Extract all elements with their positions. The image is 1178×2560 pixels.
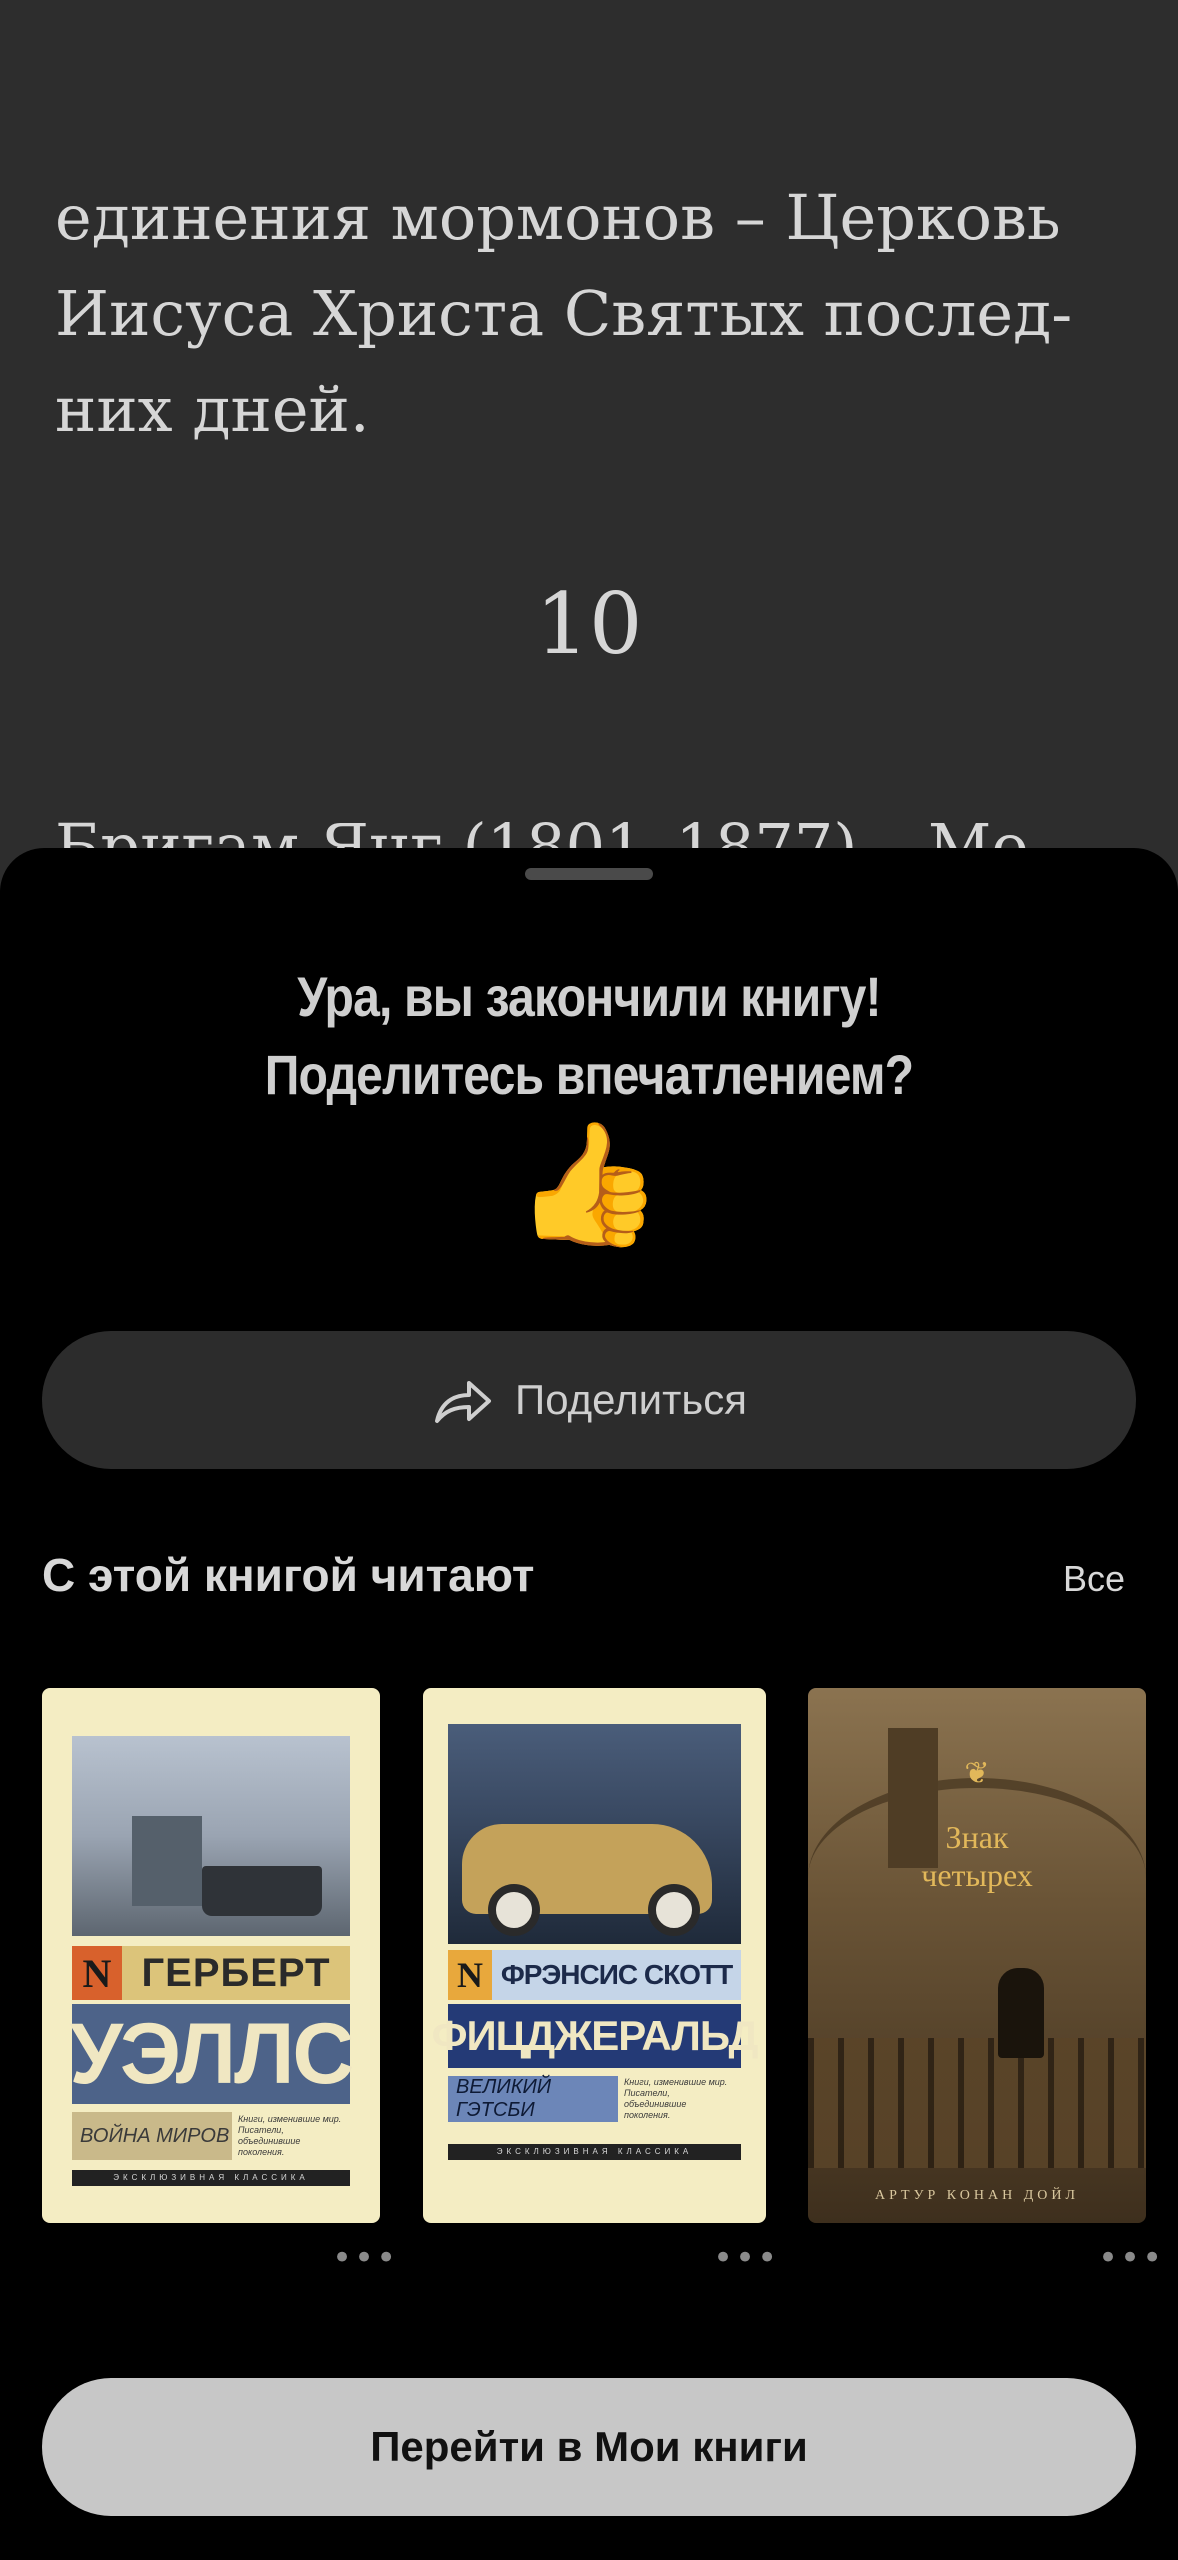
- cover-author: АРТУР КОНАН ДОЙЛ: [874, 2188, 1079, 2203]
- publisher-logo: N: [72, 1946, 122, 2000]
- finished-book-sheet: Ура, вы закончили книгу! Поделитесь впеч…: [0, 848, 1178, 2560]
- book-cover[interactable]: N ФРЭНСИС СКОТТ ФИЦДЖЕРАЛЬД ВЕЛИКИЙ ГЭТС…: [423, 1688, 766, 2223]
- cover-title: ВОЙНА МИРОВ: [72, 2112, 232, 2160]
- book-cover[interactable]: ❦ Знак четырех АРТУР КОНАН ДОЙЛ: [808, 1688, 1146, 2223]
- cover-author-first: ГЕРБЕРТ: [141, 1950, 331, 1995]
- cover-author-last: ФИЦДЖЕРАЛЬД: [432, 2004, 758, 2068]
- see-all-link[interactable]: Все: [1063, 1558, 1125, 1600]
- finished-headline: Ура, вы закончили книгу! Поделитесь впеч…: [264, 965, 914, 1106]
- cover-ornament-icon: ❦: [964, 1756, 990, 1791]
- share-button[interactable]: Поделиться: [42, 1331, 1136, 1469]
- cover-tagline: Книги, изменившие мир. Писатели, объедин…: [238, 2114, 342, 2157]
- section-title: С этой книгой читают: [42, 1549, 535, 1601]
- reader-text: единения мормонов – Церковь Иисуса Христ…: [55, 181, 1073, 446]
- book-more-button[interactable]: •••: [713, 2238, 779, 2278]
- cover-illustration: [72, 1736, 350, 1936]
- share-button-label: Поделиться: [515, 1376, 747, 1423]
- go-to-my-books-button[interactable]: Перейти в Мои книги: [42, 2378, 1136, 2516]
- cover-series: ЭКСКЛЮЗИВНАЯ КЛАССИКА: [448, 2144, 741, 2160]
- cover-series: ЭКСКЛЮЗИВНАЯ КЛАССИКА: [72, 2170, 350, 2186]
- cover-tagline: Книги, изменившие мир. Писатели, объедин…: [624, 2077, 728, 2120]
- cover-illustration: [448, 1724, 741, 1944]
- cover-title: Знак четырех: [921, 1819, 1033, 1893]
- cover-title: ВЕЛИКИЙ ГЭТСБИ: [448, 2076, 618, 2122]
- recommended-books: N ГЕРБЕРТ УЭЛЛС ВОЙНА МИРОВ Книги, измен…: [0, 1688, 1178, 2278]
- thumbs-up-icon: 👍: [514, 1115, 664, 1254]
- book-cover[interactable]: N ГЕРБЕРТ УЭЛЛС ВОЙНА МИРОВ Книги, измен…: [42, 1688, 380, 2223]
- publisher-logo: N: [448, 1950, 492, 2000]
- book-more-button[interactable]: •••: [332, 2238, 398, 2278]
- sheet-drag-handle[interactable]: [525, 868, 653, 880]
- book-more-button[interactable]: •••: [1098, 2238, 1164, 2278]
- cover-author-last: УЭЛЛС: [69, 2004, 355, 2104]
- share-arrow-icon: [435, 1381, 492, 1423]
- cover-author-first: ФРЭНСИС СКОТТ: [500, 1959, 733, 1990]
- page-number: 10: [535, 575, 643, 673]
- reader-page: единения мормонов – Церковь Иисуса Христ…: [0, 0, 1178, 900]
